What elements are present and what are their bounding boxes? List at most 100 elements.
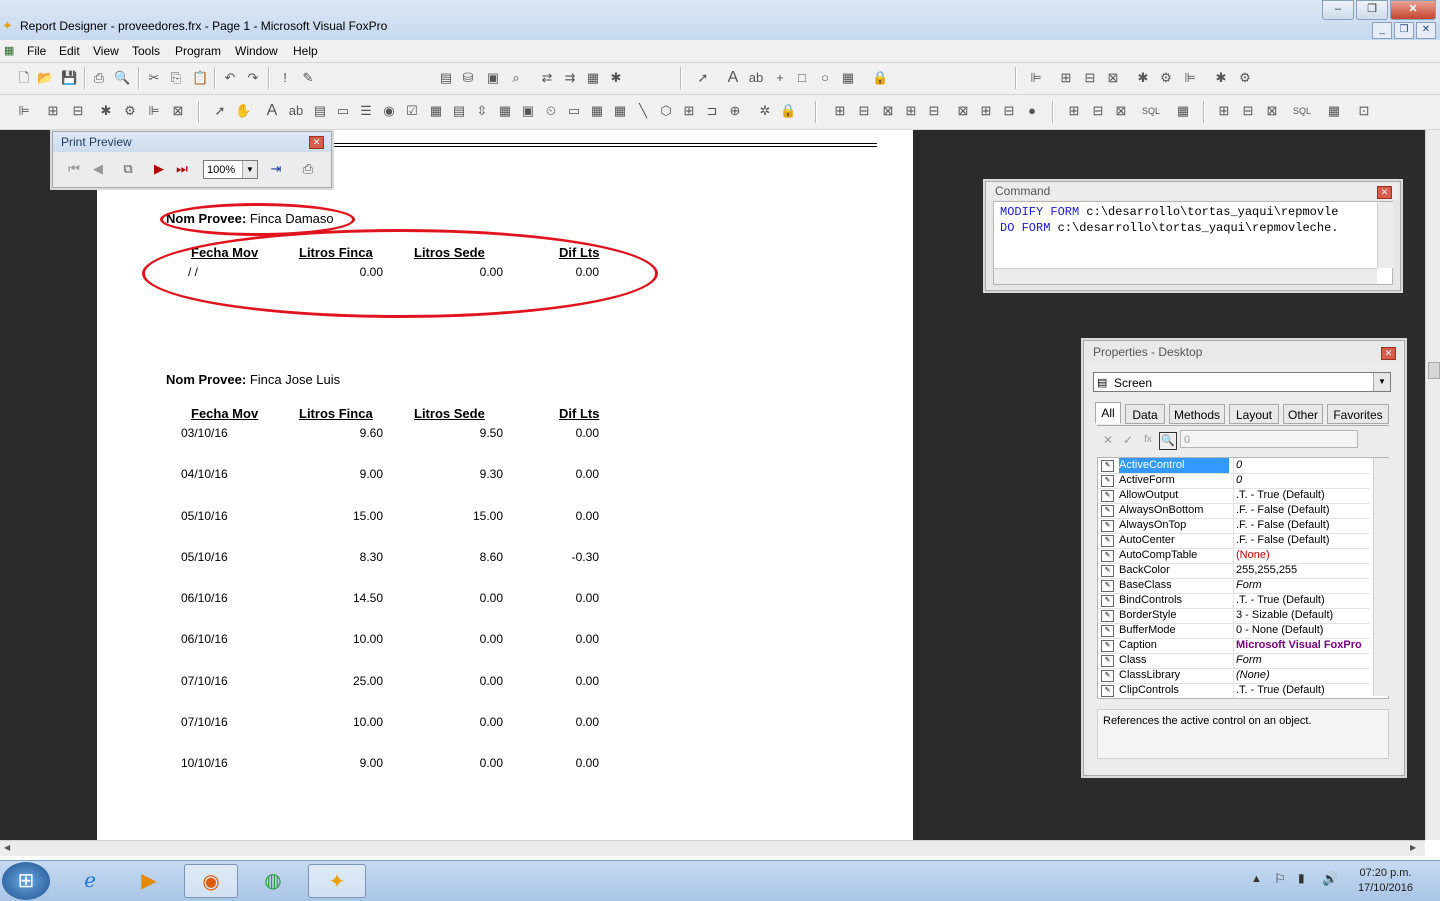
property-row[interactable]: ✎ BackColor 255,255,255 [1098, 563, 1370, 579]
tab-methods[interactable]: Methods [1169, 404, 1225, 424]
rounded-rect-tool-icon[interactable]: ○ [817, 70, 833, 86]
code-icon[interactable]: ⌕ [508, 70, 524, 86]
clock[interactable]: 07:20 p.m. 17/10/2016 [1343, 866, 1428, 896]
container-tool-icon[interactable]: ⊞ [681, 103, 697, 119]
menu-edit[interactable]: Edit [59, 44, 80, 58]
modify-form-icon[interactable]: ✎ [300, 70, 316, 86]
property-row[interactable]: ✎ BindControls .T. - True (Default) [1098, 593, 1370, 609]
child-restore-button[interactable]: ❐ [1394, 22, 1414, 39]
layout-icon[interactable]: ⊠ [1113, 103, 1129, 119]
textbox-tool-icon[interactable]: ab [288, 103, 304, 119]
layout-icon[interactable]: ▦ [1175, 103, 1191, 119]
property-row[interactable]: ✎ Caption Microsoft Visual FoxPro [1098, 638, 1370, 654]
line-tool-icon[interactable]: + [772, 70, 788, 86]
layout-icon[interactable]: ⊟ [1240, 103, 1256, 119]
layout-icon[interactable]: ⊟ [856, 103, 872, 119]
tab-favorites[interactable]: Favorites [1327, 404, 1389, 424]
tray-chevron-icon[interactable]: ▲ [1251, 873, 1262, 885]
property-value-box[interactable]: 0 [1180, 430, 1358, 448]
olebound-tool-icon[interactable]: ▦ [612, 103, 628, 119]
timer-tool-icon[interactable]: ⏲ [543, 103, 559, 119]
menu-file[interactable]: File [27, 44, 46, 58]
align-icon[interactable]: ⊠ [1105, 70, 1121, 86]
volume-icon[interactable]: 🔊 [1322, 871, 1338, 887]
property-row[interactable]: ✎ BaseClass Form [1098, 578, 1370, 594]
layout-icon[interactable]: ⊠ [170, 103, 186, 119]
firefox-icon[interactable]: ◉ [184, 864, 238, 898]
property-value[interactable]: Form [1233, 653, 1371, 668]
main-vscroll[interactable] [1425, 130, 1440, 840]
align-icon[interactable]: ⊟ [1082, 70, 1098, 86]
tab-other[interactable]: Other [1283, 404, 1323, 424]
copy-icon[interactable]: ⎘ [168, 70, 184, 86]
property-row[interactable]: ✎ AlwaysOnBottom .F. - False (Default) [1098, 503, 1370, 519]
database-icon[interactable]: ⛁ [460, 70, 476, 86]
report-controls-icon[interactable]: ⊫ [16, 103, 32, 119]
properties-icon[interactable]: ▣ [485, 70, 501, 86]
property-value[interactable]: Microsoft Visual FoxPro [1233, 638, 1371, 653]
chevron-down-icon[interactable]: ▼ [242, 161, 257, 178]
layout-icon[interactable]: ⊟ [1090, 103, 1106, 119]
minimize-button[interactable]: – [1322, 0, 1354, 20]
print-icon[interactable]: ⎙ [300, 161, 316, 177]
pageframe-tool-icon[interactable]: ▭ [566, 103, 582, 119]
property-row[interactable]: ✎ AutoCompTable (None) [1098, 548, 1370, 564]
separator-tool-icon[interactable]: ⊐ [704, 103, 720, 119]
close-button[interactable]: ✕ [1390, 0, 1436, 20]
command-hscroll[interactable] [994, 268, 1377, 284]
oleobject-tool-icon[interactable]: ▦ [589, 103, 605, 119]
button-lock-icon[interactable]: 🔒 [780, 103, 796, 119]
object-selector[interactable]: ▤ Screen ▼ [1093, 372, 1391, 392]
layout-icon[interactable]: ⊞ [903, 103, 919, 119]
spinner-tool-icon[interactable]: ⇳ [474, 103, 490, 119]
layout-icon[interactable]: ⊟ [1001, 103, 1017, 119]
sql-icon[interactable]: SQL [1293, 103, 1311, 119]
property-value[interactable]: .T. - True (Default) [1233, 683, 1371, 698]
property-value[interactable]: .T. - True (Default) [1233, 593, 1371, 608]
tab-layout[interactable]: Layout [1229, 404, 1279, 424]
align-left-icon[interactable]: ⊫ [1028, 70, 1044, 86]
property-value[interactable]: .F. - False (Default) [1233, 503, 1371, 518]
sql-icon[interactable]: SQL [1142, 103, 1160, 119]
open-icon[interactable]: 📂 [37, 70, 53, 86]
layout-icon[interactable]: ⊫ [146, 103, 162, 119]
tools-icon[interactable]: ✱ [1213, 70, 1229, 86]
hyperlink-tool-icon[interactable]: ⊕ [727, 103, 743, 119]
paste-icon[interactable]: 📋 [192, 70, 208, 86]
previous-page-icon[interactable]: ◀ [90, 161, 106, 177]
grid-tool-icon[interactable]: ▦ [497, 103, 513, 119]
layout-icon[interactable]: ⊟ [926, 103, 942, 119]
settings-icon[interactable]: ⚙ [1237, 70, 1253, 86]
restore-button[interactable]: ❐ [1356, 0, 1388, 20]
layout-icon[interactable]: ▦ [1326, 103, 1342, 119]
layout-icon[interactable]: ⊞ [1066, 103, 1082, 119]
child-close-button[interactable]: ✕ [1416, 22, 1436, 39]
layout-icon[interactable]: ⊞ [978, 103, 994, 119]
property-value[interactable]: .F. - False (Default) [1233, 518, 1371, 533]
checkbox-tool-icon[interactable]: ☑ [404, 103, 420, 119]
main-vscroll-thumb[interactable] [1428, 362, 1440, 379]
tab-data[interactable]: Data [1125, 404, 1165, 424]
tools-icon[interactable]: ✱ [1135, 70, 1151, 86]
picture-tool-icon[interactable]: ▦ [840, 70, 856, 86]
menu-help[interactable]: Help [293, 44, 318, 58]
tools-icon[interactable]: ✱ [98, 103, 114, 119]
function-icon[interactable]: fx [1140, 432, 1156, 448]
property-value[interactable]: Form [1233, 578, 1371, 593]
close-preview-icon[interactable]: ⇥ [268, 161, 284, 177]
listbox-tool-icon[interactable]: ▤ [451, 103, 467, 119]
settings-icon[interactable]: ⚙ [1158, 70, 1174, 86]
menu-view[interactable]: View [93, 44, 119, 58]
command-line[interactable]: DO FORM c:\desarrollo\tortas_yaqui\repmo… [1000, 221, 1338, 235]
first-page-icon[interactable]: ⏮ [66, 161, 82, 177]
property-value[interactable]: 255,255,255 [1233, 563, 1371, 578]
label-tool-icon[interactable]: A [264, 103, 280, 119]
scroll-left-icon[interactable]: ◀ [4, 843, 10, 852]
print-preview-icon[interactable]: 🔍 [114, 70, 130, 86]
property-row[interactable]: ✎ ActiveControl 0 [1098, 458, 1370, 474]
redo-icon[interactable]: ↷ [245, 70, 261, 86]
chevron-down-icon[interactable]: ▼ [1373, 373, 1390, 391]
cancel-icon[interactable]: ✕ [1100, 432, 1116, 448]
close-icon[interactable]: ✕ [1381, 347, 1396, 360]
start-button[interactable]: ⊞ [2, 862, 50, 900]
